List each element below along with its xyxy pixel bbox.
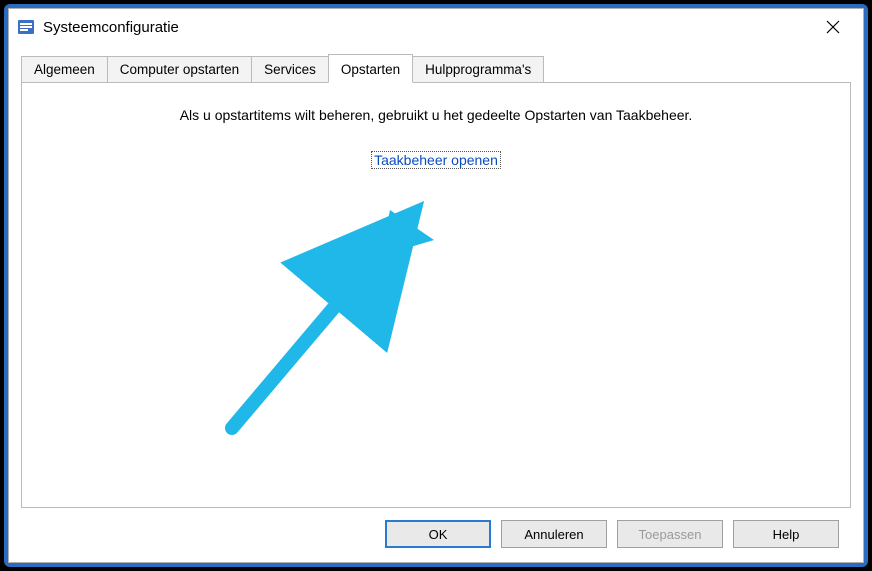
tab-tools[interactable]: Hulpprogramma's: [412, 56, 544, 82]
open-task-manager-link[interactable]: Taakbeheer openen: [371, 151, 501, 169]
annotation-arrow-icon: [202, 198, 462, 461]
tab-boot[interactable]: Computer opstarten: [107, 56, 252, 82]
titlebar: Systeemconfiguratie: [9, 9, 863, 45]
tab-services[interactable]: Services: [251, 56, 329, 82]
app-icon: [17, 18, 35, 36]
tab-content: Als u opstartitems wilt beheren, gebruik…: [21, 82, 851, 508]
info-text: Als u opstartitems wilt beheren, gebruik…: [180, 107, 693, 123]
tabs-row: Algemeen Computer opstarten Services Ops…: [21, 53, 851, 82]
window-title: Systeemconfiguratie: [43, 19, 811, 36]
apply-button: Toepassen: [617, 520, 723, 548]
help-button[interactable]: Help: [733, 520, 839, 548]
button-row: OK Annuleren Toepassen Help: [21, 508, 851, 562]
ok-button[interactable]: OK: [385, 520, 491, 548]
close-button[interactable]: [811, 12, 855, 42]
cancel-button[interactable]: Annuleren: [501, 520, 607, 548]
tab-startup[interactable]: Opstarten: [328, 54, 413, 83]
tab-general[interactable]: Algemeen: [21, 56, 108, 82]
